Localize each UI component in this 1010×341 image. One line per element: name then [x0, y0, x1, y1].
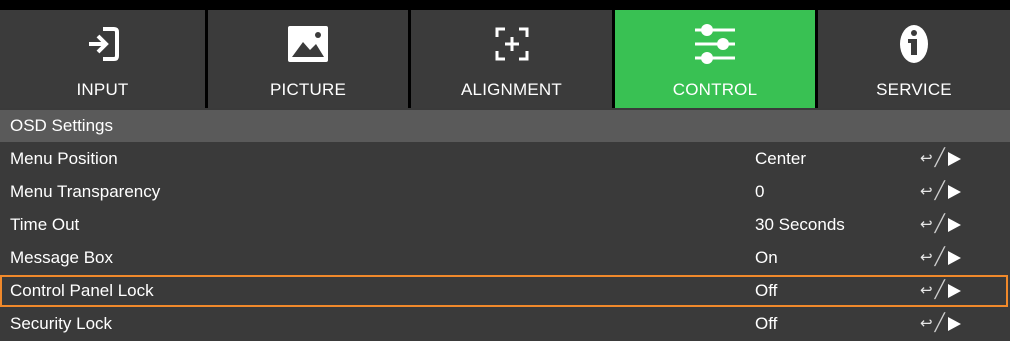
tab-label: PICTURE	[269, 80, 347, 99]
row-label: Message Box	[10, 248, 113, 267]
tab-alignment[interactable]: ALIGNMENT	[411, 10, 612, 108]
slash-icon: ╱	[934, 313, 945, 333]
tab-bar: INPUT PICTURE ALIGNMENT CONTROL SERVICE	[0, 0, 1010, 108]
info-icon	[818, 18, 1010, 70]
arrow-right-icon	[947, 250, 961, 265]
row-nav: ↩ ╱	[920, 307, 961, 340]
row-nav: ↩ ╱	[920, 175, 961, 208]
section-header: OSD Settings	[0, 110, 1010, 142]
tab-picture[interactable]: PICTURE	[208, 10, 408, 108]
enter-icon: ↩	[920, 149, 933, 167]
menu-row-menu-transparency[interactable]: Menu Transparency 0 ↩ ╱	[0, 175, 1010, 208]
row-value: On	[755, 248, 778, 267]
row-label: Menu Position	[10, 149, 118, 168]
row-nav: ↩ ╱	[920, 241, 961, 274]
row-label: Time Out	[10, 215, 80, 234]
row-nav: ↩ ╱	[920, 208, 961, 241]
menu-row-control-panel-lock[interactable]: Control Panel Lock Off ↩ ╱	[0, 274, 1010, 307]
osd-menu: INPUT PICTURE ALIGNMENT CONTROL SERVICE …	[0, 0, 1010, 341]
sliders-icon	[615, 18, 815, 70]
menu-row-menu-position[interactable]: Menu Position Center ↩ ╱	[0, 142, 1010, 175]
slash-icon: ╱	[934, 214, 945, 234]
tab-service[interactable]: SERVICE	[818, 10, 1010, 108]
picture-icon	[208, 18, 408, 70]
enter-icon: ↩	[920, 248, 933, 266]
alignment-icon	[411, 18, 612, 70]
arrow-right-icon	[947, 283, 961, 298]
menu-row-security-lock[interactable]: Security Lock Off ↩ ╱	[0, 307, 1010, 340]
input-icon	[0, 18, 205, 70]
section-title: OSD Settings	[10, 116, 113, 135]
enter-icon: ↩	[920, 215, 933, 233]
enter-icon: ↩	[920, 281, 933, 299]
row-label: Control Panel Lock	[10, 281, 154, 300]
arrow-right-icon	[947, 151, 961, 166]
row-label: Security Lock	[10, 314, 113, 333]
tab-label: CONTROL	[672, 80, 758, 99]
menu-row-message-box[interactable]: Message Box On ↩ ╱	[0, 241, 1010, 274]
tab-label: INPUT	[76, 80, 129, 99]
row-label: Menu Transparency	[10, 182, 161, 201]
arrow-right-icon	[947, 184, 961, 199]
tab-label: SERVICE	[876, 80, 952, 99]
row-value: 30 Seconds	[755, 215, 845, 234]
enter-icon: ↩	[920, 182, 933, 200]
menu-row-time-out[interactable]: Time Out 30 Seconds ↩ ╱	[0, 208, 1010, 241]
row-value: Off	[755, 314, 778, 333]
slash-icon: ╱	[934, 280, 945, 300]
tab-input[interactable]: INPUT	[0, 10, 205, 108]
arrow-right-icon	[947, 217, 961, 232]
slash-icon: ╱	[934, 148, 945, 168]
tab-label: ALIGNMENT	[461, 80, 562, 99]
row-value: Off	[755, 281, 778, 300]
row-value: 0	[755, 182, 765, 201]
tab-control[interactable]: CONTROL	[615, 10, 815, 108]
enter-icon: ↩	[920, 314, 933, 332]
arrow-right-icon	[947, 316, 961, 331]
row-nav: ↩ ╱	[920, 274, 961, 307]
slash-icon: ╱	[934, 181, 945, 201]
row-value: Center	[755, 149, 807, 168]
row-nav: ↩ ╱	[920, 142, 961, 175]
slash-icon: ╱	[934, 247, 945, 267]
